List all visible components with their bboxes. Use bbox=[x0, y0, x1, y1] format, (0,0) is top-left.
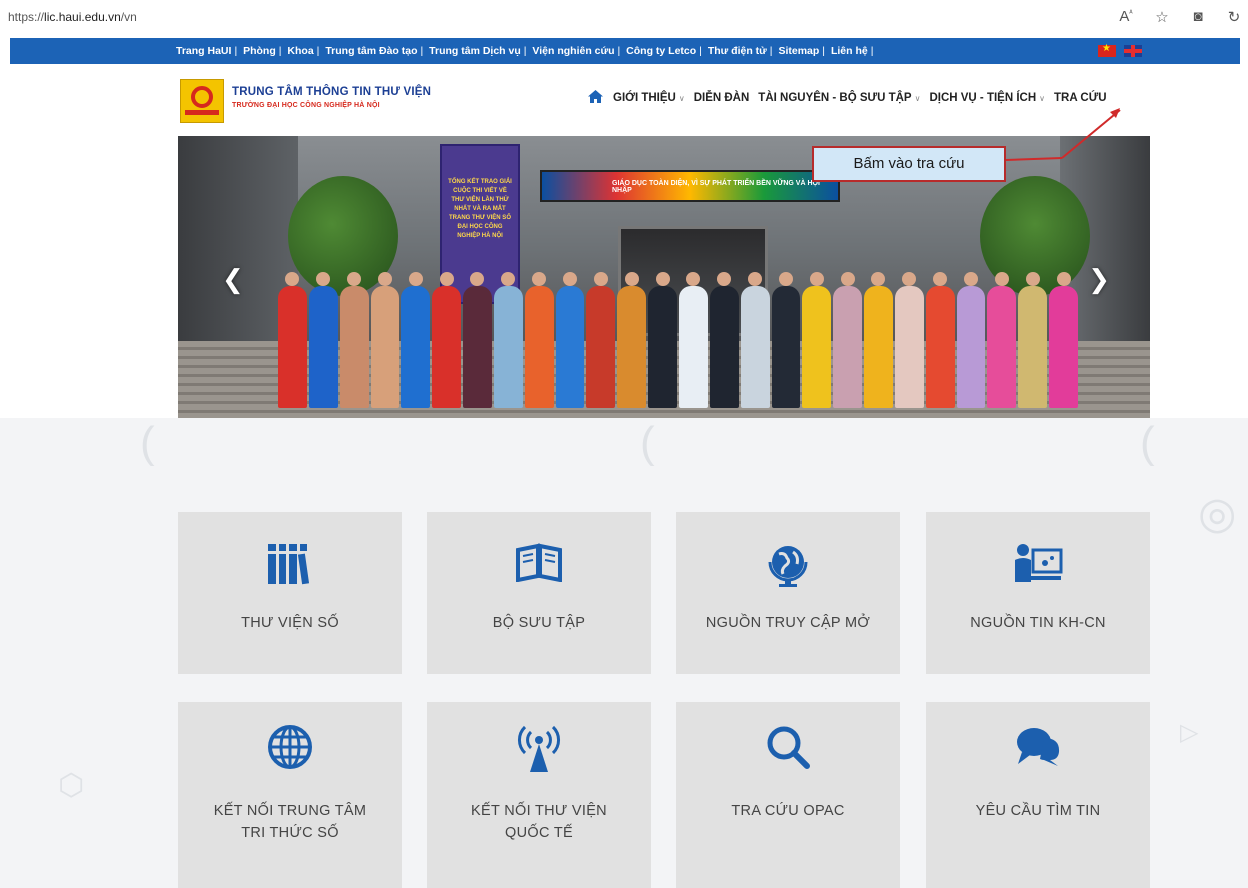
chat-bubbles-icon bbox=[926, 724, 1150, 778]
broadcast-tower-icon bbox=[427, 724, 651, 784]
nav-label: DỊCH VỤ - TIỆN ÍCH bbox=[929, 92, 1037, 104]
books-icon bbox=[178, 542, 402, 596]
top-link-research-institute[interactable]: Viện nghiên cứu bbox=[532, 45, 614, 57]
nav-label: GIỚI THIỆU bbox=[613, 92, 676, 104]
globe-icon bbox=[676, 542, 900, 598]
vietnamese-flag-icon[interactable] bbox=[1098, 43, 1116, 57]
slider-prev-arrow-icon[interactable]: ❮ bbox=[222, 264, 244, 295]
slider-next-arrow-icon[interactable]: ❯ bbox=[1088, 264, 1110, 295]
tile-label: TRA CỨU OPAC bbox=[731, 803, 845, 819]
world-grid-icon bbox=[178, 724, 402, 780]
browser-address-bar: https://lic.haui.edu.vn/vn Aᴬ ☆ ◙ ↻ bbox=[0, 0, 1248, 38]
tile-label: NGUỒN TIN KH-CN bbox=[970, 615, 1106, 631]
nav-item-gioi-thieu[interactable]: GIỚI THIỆU ∨ bbox=[613, 92, 685, 104]
top-link-contact[interactable]: Liên hệ bbox=[831, 45, 868, 57]
presenter-icon bbox=[926, 542, 1150, 594]
tile-nguon-tin-kh-cn[interactable]: NGUỒN TIN KH-CN bbox=[926, 512, 1150, 674]
decorative-triangle: ▷ bbox=[1180, 719, 1199, 746]
group-photo bbox=[278, 272, 1078, 408]
event-banner-text: TỔNG KẾT TRAO GIẢI CUỘC THI VIẾT VỀ THƯ … bbox=[448, 179, 512, 239]
logo-subtitle: TRƯỜNG ĐẠI HỌC CÔNG NGHIỆP HÀ NỘI bbox=[232, 102, 380, 109]
search-icon bbox=[676, 724, 900, 780]
reload-icon[interactable]: ↻ bbox=[1226, 8, 1242, 26]
tile-label: KẾT NỐI TRUNG TÂM TRI THỨC SỐ bbox=[178, 800, 402, 844]
tile-ket-noi-trung-tam-tri-thuc-so[interactable]: KẾT NỐI TRUNG TÂM TRI THỨC SỐ bbox=[178, 702, 402, 888]
tile-bo-suu-tap[interactable]: BỘ SƯU TẬP bbox=[427, 512, 651, 674]
decorative-arc: ( bbox=[1140, 418, 1155, 467]
top-link-khoa[interactable]: Khoa bbox=[287, 45, 313, 57]
tile-label: THƯ VIỆN SỐ bbox=[241, 615, 339, 631]
tile-label: NGUỒN TRUY CẬP MỞ bbox=[705, 615, 871, 631]
home-icon[interactable] bbox=[588, 90, 603, 106]
top-link-haui[interactable]: Trang HaUI bbox=[176, 45, 231, 57]
tile-label: KẾT NỐI THƯ VIỆN QUỐC TẾ bbox=[427, 800, 651, 844]
chevron-down-icon: ∨ bbox=[914, 94, 921, 103]
nav-item-dich-vu[interactable]: DỊCH VỤ - TIỆN ÍCH ∨ bbox=[929, 92, 1045, 104]
nav-label: TÀI NGUYÊN - BỘ SƯU TẬP bbox=[758, 92, 912, 104]
top-links-bar: Trang HaUI | Phòng | Khoa | Trung tâm Đào t… bbox=[10, 38, 1240, 64]
led-sign: GIÁO DỤC TOÀN DIỆN, VÌ SỰ PHÁT TRIỂN BỀN… bbox=[540, 170, 840, 202]
nav-label: DIỄN ĐÀN bbox=[693, 92, 750, 104]
nav-item-dien-dan[interactable]: DIỄN ĐÀN bbox=[694, 92, 750, 104]
read-aloud-icon[interactable]: Aᴬ bbox=[1118, 8, 1134, 26]
instruction-callout: Bấm vào tra cứu bbox=[812, 146, 1006, 182]
tile-thu-vien-so[interactable]: THƯ VIỆN SỐ bbox=[178, 512, 402, 674]
english-flag-icon[interactable] bbox=[1124, 45, 1142, 57]
decorative-hexagon: ⬡ bbox=[58, 769, 85, 802]
callout-arrow-icon bbox=[1005, 108, 1121, 161]
decorative-spiral: ◎ bbox=[1198, 489, 1237, 538]
url-field[interactable]: https://lic.haui.edu.vn/vn bbox=[8, 10, 137, 24]
led-sign-text: GIÁO DỤC TOÀN DIỆN, VÌ SỰ PHÁT TRIỂN BỀN… bbox=[612, 180, 820, 194]
tile-label: BỘ SƯU TẬP bbox=[492, 615, 586, 631]
top-link-sitemap[interactable]: Sitemap bbox=[778, 45, 819, 57]
chevron-down-icon: ∨ bbox=[678, 94, 685, 103]
tile-label-line-1: KẾT NỐI TRUNG TÂM bbox=[213, 803, 367, 819]
decorative-arc: ( bbox=[140, 418, 155, 467]
nav-label: TRA CỨU bbox=[1054, 92, 1107, 104]
url-host: lic.haui.edu.vn bbox=[44, 10, 121, 24]
tile-ket-noi-thu-vien-quoc-te[interactable]: KẾT NỐI THƯ VIỆN QUỐC TẾ bbox=[427, 702, 651, 888]
tile-nguon-truy-cap-mo[interactable]: NGUỒN TRUY CẬP MỞ bbox=[676, 512, 900, 674]
top-link-letco[interactable]: Công ty Letco bbox=[626, 45, 696, 57]
decorative-arc: ( bbox=[640, 418, 655, 467]
url-prefix: https:// bbox=[8, 10, 45, 24]
nav-item-tra-cuu[interactable]: TRA CỨU bbox=[1054, 92, 1107, 104]
tile-label-line-2: TRI THỨC SỐ bbox=[241, 825, 339, 841]
tile-label-line-1: KẾT NỐI THƯ VIỆN bbox=[471, 803, 607, 819]
chevron-down-icon: ∨ bbox=[1039, 94, 1046, 103]
tile-tra-cuu-opac[interactable]: TRA CỨU OPAC bbox=[676, 702, 900, 888]
top-link-training-center[interactable]: Trung tâm Đào tạo bbox=[325, 45, 417, 57]
top-link-phong[interactable]: Phòng bbox=[243, 45, 276, 57]
quick-links-section: ( ( ( ◎ ⬡ ▷ THƯ VIỆN SỐ BỘ SƯU TẬP NGUỒN… bbox=[0, 418, 1248, 888]
favorite-star-icon[interactable]: ☆ bbox=[1154, 8, 1170, 26]
nav-item-tai-nguyen[interactable]: TÀI NGUYÊN - BỘ SƯU TẬP ∨ bbox=[758, 92, 920, 104]
open-book-icon bbox=[427, 542, 651, 592]
logo-title: TRUNG TÂM THÔNG TIN THƯ VIỆN bbox=[232, 86, 432, 98]
tile-yeu-cau-tim-tin[interactable]: YÊU CẦU TÌM TIN bbox=[926, 702, 1150, 888]
screenshot-icon[interactable]: ◙ bbox=[1190, 8, 1206, 26]
top-link-service-center[interactable]: Trung tâm Dịch vụ bbox=[429, 45, 521, 57]
library-logo[interactable] bbox=[180, 79, 224, 123]
tile-label: YÊU CẦU TÌM TIN bbox=[975, 803, 1101, 819]
tile-label-line-2: QUỐC TẾ bbox=[505, 825, 573, 841]
url-path: /vn bbox=[120, 10, 137, 24]
top-link-email[interactable]: Thư điện tử bbox=[708, 45, 767, 57]
